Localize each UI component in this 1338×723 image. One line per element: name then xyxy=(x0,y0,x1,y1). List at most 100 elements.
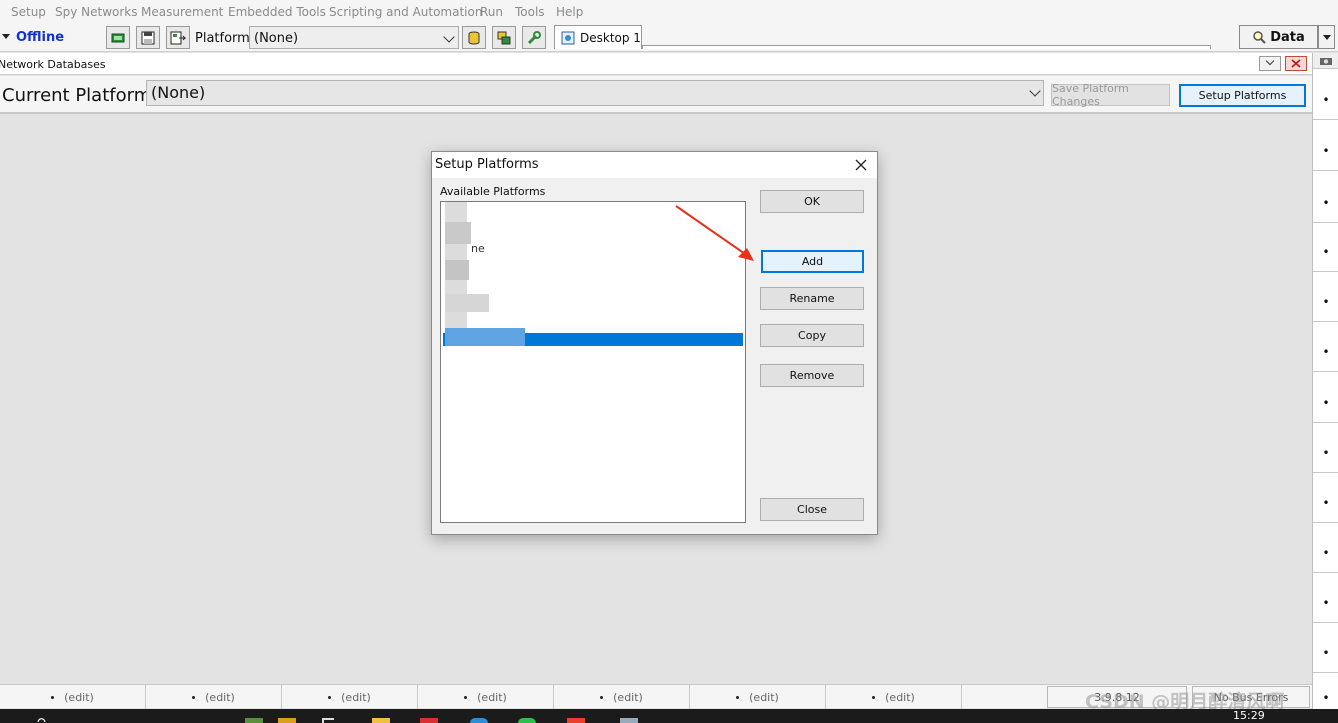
multi-database-button[interactable] xyxy=(492,26,516,49)
panel-slot[interactable]: • xyxy=(1313,131,1338,171)
ok-button[interactable]: OK xyxy=(760,190,864,213)
list-item-fragment[interactable]: ne xyxy=(471,242,501,255)
add-label: Add xyxy=(801,255,824,268)
status-slot[interactable]: (edit) xyxy=(418,685,554,709)
app-icon[interactable] xyxy=(567,718,585,723)
chevron-down-icon xyxy=(1029,85,1041,97)
menu-measurement[interactable]: Measurement xyxy=(141,5,223,19)
close-icon[interactable] xyxy=(852,156,870,174)
database-button[interactable] xyxy=(462,26,486,49)
menu-help[interactable]: Help xyxy=(556,5,583,19)
current-platform-label: Current Platform xyxy=(2,85,152,106)
redacted-region xyxy=(445,294,489,312)
camera-icon xyxy=(1320,57,1332,65)
search-icon[interactable] xyxy=(35,717,53,722)
panel-slot[interactable]: • xyxy=(1313,583,1338,623)
edit-label: (edit) xyxy=(885,690,915,704)
chevron-down-icon xyxy=(443,31,455,43)
platform-select[interactable]: (None) xyxy=(249,26,459,49)
panel-slot[interactable]: • xyxy=(1313,633,1338,673)
menu-spy-networks[interactable]: Spy Networks xyxy=(55,5,138,19)
app-icon[interactable] xyxy=(420,718,438,723)
copy-button[interactable]: Copy xyxy=(760,324,864,347)
menu-embedded-tools[interactable]: Embedded Tools xyxy=(228,5,326,19)
hardware-button[interactable] xyxy=(106,26,130,49)
save-platform-changes-button[interactable]: Save Platform Changes xyxy=(1051,82,1170,108)
setup-platforms-label: Setup Platforms xyxy=(1198,89,1287,102)
status-slot[interactable]: (edit) xyxy=(690,685,826,709)
app-icon[interactable] xyxy=(245,718,263,723)
dialog-title: Setup Platforms xyxy=(435,157,539,172)
status-slot[interactable]: (edit) xyxy=(826,685,962,709)
panel-slot[interactable]: • xyxy=(1313,80,1338,120)
menu-tools[interactable]: Tools xyxy=(515,5,545,19)
panel-slot[interactable]: • xyxy=(1313,383,1338,423)
redacted-region xyxy=(445,222,471,244)
status-slot[interactable]: (edit) xyxy=(282,685,418,709)
close-panel-button[interactable] xyxy=(1285,56,1307,71)
bullet-icon xyxy=(464,695,468,699)
browser-icon[interactable] xyxy=(470,718,488,723)
current-platform-bar: Current Platform (None) Save Platform Ch… xyxy=(0,76,1312,114)
magnifier-icon xyxy=(1253,31,1266,44)
current-platform-select[interactable]: (None) xyxy=(146,80,1044,106)
status-slot[interactable]: (edit) xyxy=(554,685,690,709)
platform-select-value: (None) xyxy=(254,31,299,46)
folder-icon[interactable] xyxy=(372,718,390,723)
copy-label: Copy xyxy=(798,329,826,342)
edit-label: (edit) xyxy=(64,690,94,704)
menu-run[interactable]: Run xyxy=(480,5,503,19)
panel-slot[interactable]: • xyxy=(1313,483,1338,523)
bullet-icon xyxy=(51,695,55,699)
rename-label: Rename xyxy=(789,292,835,305)
tools-button[interactable] xyxy=(522,26,546,49)
app-icon[interactable] xyxy=(278,718,296,723)
data-button[interactable]: Data xyxy=(1239,25,1318,49)
panel-slot[interactable]: • xyxy=(1313,332,1338,372)
platform-editor-button[interactable] xyxy=(166,26,190,49)
status-slot[interactable]: (edit) xyxy=(146,685,282,709)
remove-button[interactable]: Remove xyxy=(760,364,864,387)
bullet-icon xyxy=(328,695,332,699)
save-config-button[interactable] xyxy=(136,26,160,49)
chat-icon[interactable] xyxy=(518,718,536,723)
add-button[interactable]: Add xyxy=(761,250,864,273)
bullet-icon xyxy=(872,695,876,699)
data-dropdown-button[interactable] xyxy=(1318,25,1335,49)
save-platform-changes-label: Save Platform Changes xyxy=(1052,82,1129,108)
panel-slot[interactable]: • xyxy=(1313,533,1338,573)
status-dropdown-arrow-icon[interactable] xyxy=(2,34,10,39)
edit-label: (edit) xyxy=(477,690,507,704)
app-icon[interactable] xyxy=(620,718,638,723)
menu-bar: Setup Spy Networks Measurement Embedded … xyxy=(0,0,1338,24)
panel-slot[interactable]: • xyxy=(1313,232,1338,272)
collapse-button[interactable] xyxy=(1259,56,1281,71)
taskbar-clock: 15:29 xyxy=(1233,709,1265,722)
connection-status[interactable]: Offline xyxy=(16,30,64,45)
edit-label: (edit) xyxy=(613,690,643,704)
setup-platforms-button[interactable]: Setup Platforms xyxy=(1179,84,1306,107)
hardware-icon xyxy=(111,33,125,42)
camera-button[interactable] xyxy=(1313,53,1338,69)
menu-setup[interactable]: Setup xyxy=(11,5,46,19)
taskbar: 15:29 xyxy=(0,709,1338,723)
ok-label: OK xyxy=(804,195,820,208)
wrench-icon xyxy=(527,30,541,44)
panel-slot[interactable]: • xyxy=(1313,282,1338,322)
panel-slot[interactable]: • xyxy=(1313,433,1338,473)
desktop-icon xyxy=(561,31,575,44)
annotation-arrow-icon xyxy=(675,205,754,261)
tab-desktop-1[interactable]: Desktop 1 xyxy=(554,25,642,49)
rename-button[interactable]: Rename xyxy=(760,287,864,310)
bullet-icon xyxy=(736,695,740,699)
task-view-icon[interactable] xyxy=(322,718,334,723)
menu-scripting-automation[interactable]: Scripting and Automation xyxy=(329,5,482,19)
dialog-titlebar: Setup Platforms xyxy=(432,152,877,178)
edit-label: (edit) xyxy=(749,690,779,704)
tab-strip xyxy=(642,45,1211,49)
close-button[interactable]: Close xyxy=(760,498,864,521)
network-databases-title: Network Databases xyxy=(0,58,106,71)
panel-slot[interactable]: • xyxy=(1313,183,1338,223)
status-slot[interactable]: (edit) xyxy=(0,685,146,709)
caret-down-icon xyxy=(1323,35,1331,40)
